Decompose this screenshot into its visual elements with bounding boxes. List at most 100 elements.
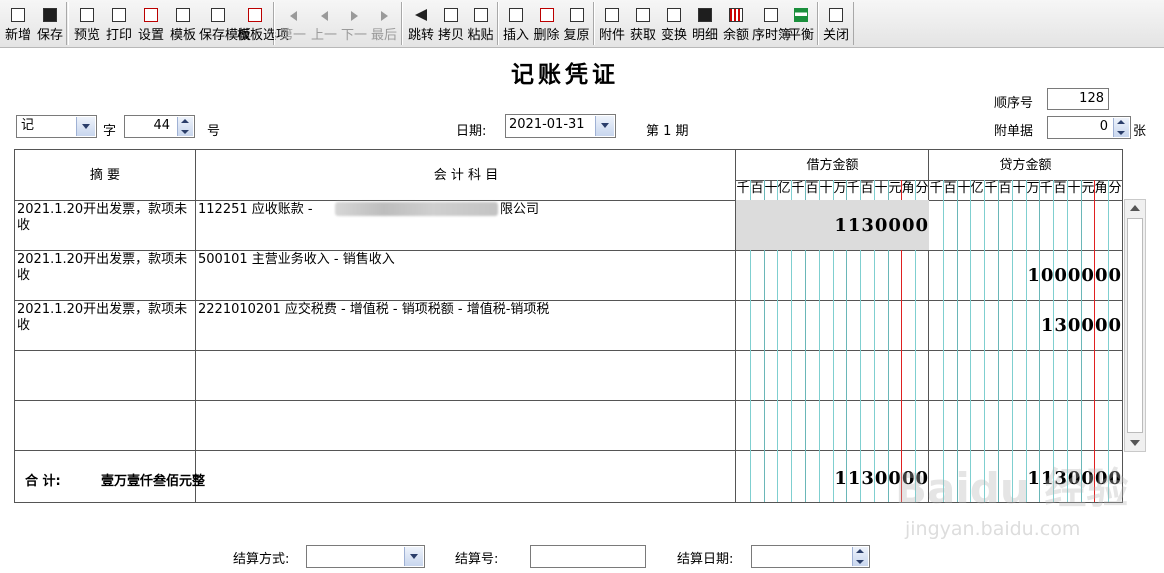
transform-button[interactable]: 变换 (658, 2, 690, 45)
settlement-method-select[interactable] (306, 545, 425, 568)
chevron-down-icon[interactable] (595, 116, 614, 136)
debit-amount[interactable]: 1130000 (834, 215, 929, 236)
previous-record-button[interactable]: 上一 (308, 2, 340, 45)
chevron-down-icon[interactable] (404, 547, 423, 566)
period-label: 第 1 期 (646, 124, 689, 139)
digit-place-header: 千 (929, 181, 943, 196)
digit-place-header: 十 (1067, 181, 1081, 196)
paste-button[interactable]: 粘贴 (465, 2, 496, 45)
voucher-number-stepper[interactable]: 44 (124, 115, 195, 138)
sequence-field[interactable]: 128 (1047, 88, 1109, 110)
print-settings-button[interactable]: 设置 (135, 2, 167, 45)
first-record-icon (290, 11, 297, 21)
restore-button[interactable]: 复原 (561, 2, 592, 45)
entry-summary[interactable] (17, 352, 195, 398)
digit-place-header: 千 (984, 181, 998, 196)
balance-button[interactable]: 余额 (720, 2, 752, 45)
voucher-table: 摘 要 会 计 科 目 借方金额 贷方金额 千百十亿千百十万千百十元角分千百十亿… (14, 149, 1123, 503)
toolbar-group-tools: 附件 获取 变换 明细 余额 序时簿 平衡 (594, 2, 818, 45)
scroll-down-icon[interactable] (1130, 440, 1140, 446)
entry-summary[interactable]: 2021.1.20开出发票，款项未收 (17, 302, 195, 348)
settlement-date-picker[interactable] (751, 545, 870, 568)
copy-icon (444, 8, 458, 22)
spin-arrows-icon[interactable] (1113, 118, 1129, 137)
balance-check-button[interactable]: 平衡 (785, 2, 817, 45)
account-column-header: 会 计 科 目 (433, 168, 499, 183)
toolbar-group-print: 预览 打印 设置 模板 保存模板 模板选项 (68, 2, 289, 45)
print-button[interactable]: 打印 (103, 2, 135, 45)
word-type-select[interactable]: 记 (16, 115, 97, 138)
insert-row-button[interactable]: 插入 (500, 2, 532, 45)
total-debit-amount: 1130000 (834, 468, 929, 489)
attachment-unit-label: 张 (1133, 124, 1147, 139)
digit-place-header: 十 (1012, 181, 1026, 196)
credit-column-header: 贷方金额 (999, 158, 1052, 173)
digit-gridline (1108, 180, 1109, 502)
digit-place-header: 百 (860, 181, 874, 196)
digit-place-header: 元 (888, 181, 902, 196)
fetch-button[interactable]: 获取 (627, 2, 659, 45)
new-button[interactable]: 新增 (2, 2, 34, 45)
scroll-up-icon[interactable] (1130, 205, 1140, 211)
row-divider (15, 450, 1122, 451)
template-options-button[interactable]: 模板选项 (237, 2, 289, 45)
digit-gridline (1039, 180, 1040, 502)
delete-row-button[interactable]: 删除 (531, 2, 562, 45)
attachment-button[interactable]: 附件 (596, 2, 628, 45)
date-label: 日期: (456, 124, 487, 139)
date-picker[interactable]: 2021-01-31 (505, 114, 616, 138)
next-record-button[interactable]: 下一 (338, 2, 370, 45)
chevron-down-icon[interactable] (76, 117, 95, 136)
entry-summary[interactable]: 2021.1.20开出发票，款项未收 (17, 252, 195, 298)
row-divider (15, 400, 1122, 401)
fetch-icon (636, 8, 650, 22)
detail-button[interactable]: 明细 (689, 2, 721, 45)
balance-grid-icon (729, 8, 743, 22)
digit-gridline (970, 180, 971, 502)
digit-place-header: 万 (1026, 181, 1040, 196)
template-button[interactable]: 模板 (167, 2, 199, 45)
toolbar: 新增 保存 预览 打印 设置 模板 保存模板 模板选项 第一 上一 下一 最后 … (0, 0, 1164, 48)
row-divider (15, 350, 1122, 351)
settlement-number-input[interactable] (530, 545, 646, 568)
total-in-words: 壹万壹仟叁佰元整 (101, 474, 206, 489)
save-button[interactable]: 保存 (34, 2, 66, 45)
spin-arrows-icon[interactable] (177, 117, 193, 136)
save-disk-icon (43, 8, 57, 22)
goto-button[interactable]: 跳转 (405, 2, 437, 45)
first-record-button[interactable]: 第一 (277, 2, 309, 45)
preview-button[interactable]: 预览 (71, 2, 103, 45)
entry-summary[interactable] (17, 402, 195, 448)
vertical-scrollbar[interactable] (1124, 199, 1146, 452)
entry-account[interactable]: 2221010201 应交税费 - 增值税 - 销项税额 - 增值税-销项税 (198, 302, 549, 318)
credit-amount[interactable]: 130000 (1041, 315, 1122, 336)
attachment-count-stepper[interactable]: 0 (1047, 116, 1131, 139)
digit-place-header: 十 (819, 181, 833, 196)
digit-gridline (984, 180, 985, 502)
attachment-icon (605, 8, 619, 22)
digit-place-header: 十 (874, 181, 888, 196)
save-template-icon (211, 8, 225, 22)
close-button[interactable]: 关闭 (820, 2, 852, 45)
last-record-button[interactable]: 最后 (368, 2, 400, 45)
spin-arrows-icon[interactable] (852, 547, 868, 566)
digit-gridline (943, 180, 944, 502)
digit-gridline (1081, 180, 1082, 502)
entry-account-suffix: 限公司 (500, 202, 540, 217)
sequence-value: 128 (1079, 91, 1104, 106)
settlement-method-label: 结算方式: (233, 552, 290, 567)
digit-place-header: 万 (833, 181, 847, 196)
digit-gridline (1053, 180, 1054, 502)
save-template-button[interactable]: 保存模板 (199, 2, 251, 45)
attachment-count-label: 附单据 (994, 124, 1034, 139)
copy-button[interactable]: 拷贝 (436, 2, 466, 45)
entry-summary[interactable]: 2021.1.20开出发票，款项未收 (17, 202, 195, 248)
close-door-icon (829, 8, 843, 22)
printer-icon (112, 8, 126, 22)
insert-row-icon (509, 8, 523, 22)
scroll-thumb[interactable] (1127, 218, 1143, 433)
entry-account[interactable]: 500101 主营业务收入 - 销售收入 (198, 252, 395, 268)
entry-account[interactable]: 112251 应收账款 - (198, 202, 313, 218)
digit-place-header: 千 (846, 181, 860, 196)
credit-amount[interactable]: 1000000 (1027, 265, 1122, 286)
